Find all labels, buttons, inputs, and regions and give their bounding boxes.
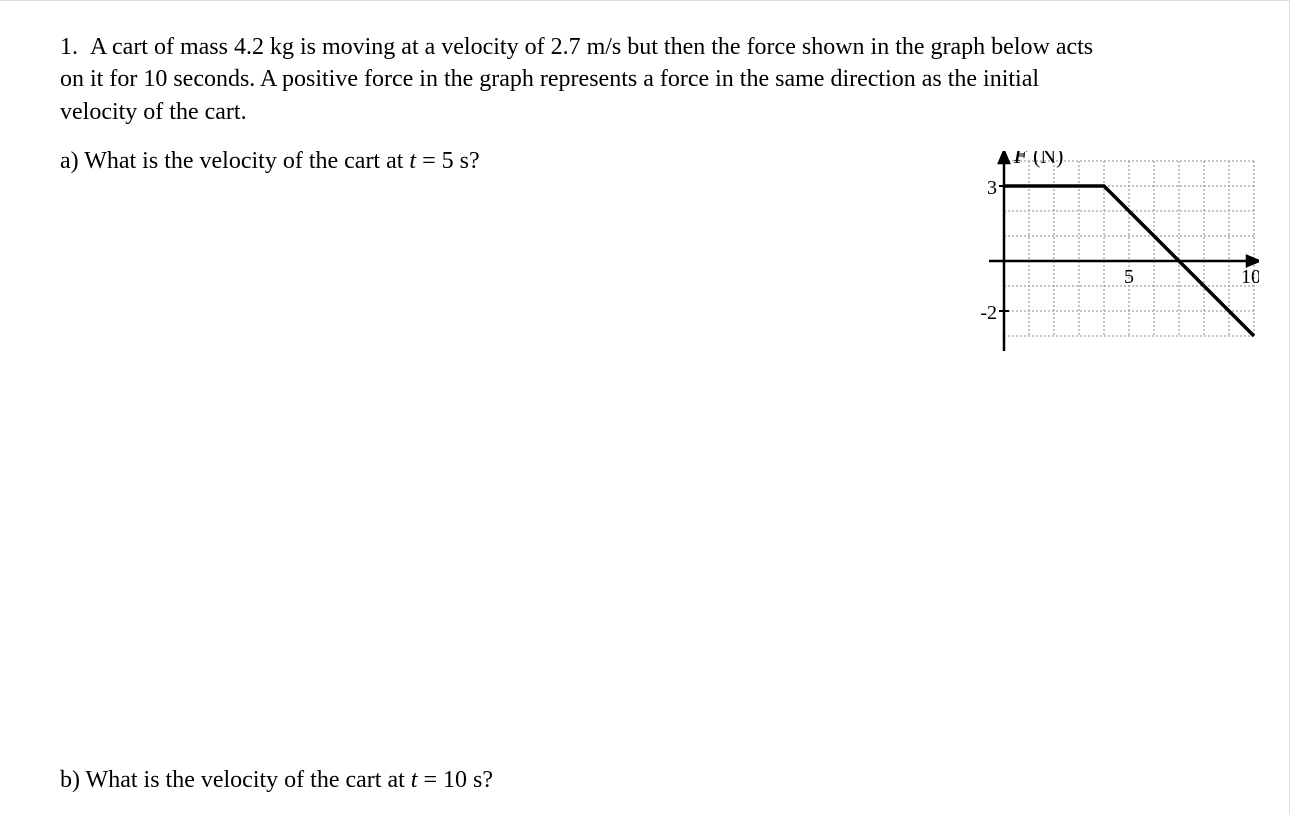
- problem-body: A cart of mass 4.2 kg is moving at a vel…: [60, 34, 1093, 125]
- x-tick-5: 5: [1124, 266, 1134, 288]
- page-container: 1. A cart of mass 4.2 kg is moving at a …: [0, 0, 1290, 814]
- force-time-graph: F F (N) t (s) 3 -2 5 10: [959, 151, 1259, 381]
- part-b: b) What is the velocity of the cart at t…: [60, 767, 493, 794]
- part-b-prefix: b) What is the velocity of the cart at: [60, 767, 411, 793]
- problem-statement: 1. A cart of mass 4.2 kg is moving at a …: [60, 31, 1110, 128]
- y-tick-neg2: -2: [980, 302, 997, 324]
- x-tick-10: 10: [1241, 266, 1259, 288]
- part-b-suffix: = 10 s?: [417, 767, 493, 793]
- problem-number: 1.: [60, 34, 78, 60]
- part-a-prefix: a) What is the velocity of the cart at: [60, 148, 409, 174]
- chart-svg: F F (N) t (s) 3 -2 5 10: [959, 151, 1259, 381]
- y-axis-label-text: F (N): [1013, 151, 1064, 168]
- part-a: a) What is the velocity of the cart at t…: [60, 148, 760, 175]
- y-tick-3: 3: [987, 177, 997, 199]
- part-a-suffix: = 5 s?: [416, 148, 480, 174]
